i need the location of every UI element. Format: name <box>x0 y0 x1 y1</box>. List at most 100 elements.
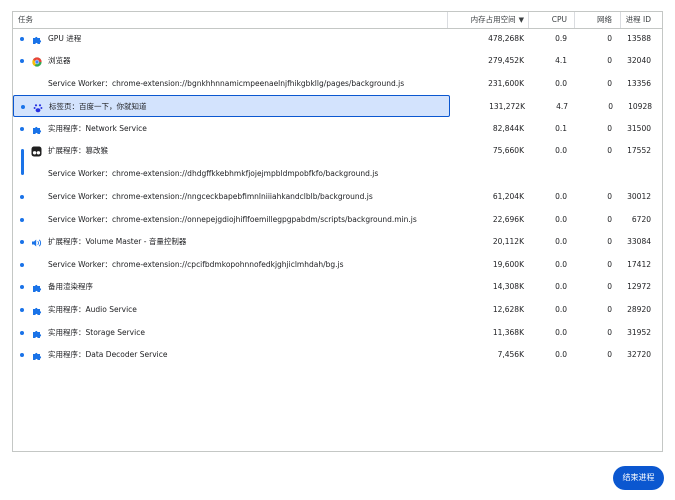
pid-value: 28920 <box>627 305 651 314</box>
cpu-value: 0.0 <box>555 260 567 269</box>
column-header-task[interactable]: 任务 <box>18 12 448 28</box>
network-value: 0 <box>607 146 612 155</box>
task-row[interactable]: 备用渲染程序 14,308K 0.0 0 12972 <box>13 276 664 298</box>
task-title: 实用程序：Network Service <box>48 124 147 133</box>
cpu-value: 0.9 <box>555 34 567 43</box>
memory-value: 131,272K <box>489 102 525 111</box>
pid-value: 31500 <box>627 124 651 133</box>
cpu-value: 0.0 <box>555 305 567 314</box>
task-row[interactable]: 扩展程序：篡改猴 75,660K 0.0 0 17552 <box>13 140 664 162</box>
task-row[interactable]: Service Worker：chrome-extension://onnepe… <box>13 209 664 231</box>
network-value: 0 <box>607 34 612 43</box>
network-value: 0 <box>607 215 612 224</box>
column-header-cpu[interactable]: CPU <box>528 12 574 28</box>
cpu-value <box>528 163 574 185</box>
task-row[interactable]: 实用程序：Network Service 82,844K 0.1 0 31500 <box>13 118 664 140</box>
task-row[interactable]: Service Worker：chrome-extension://nngcec… <box>13 186 664 208</box>
row-bullet-icon <box>20 263 24 267</box>
memory-value: 12,628K <box>492 305 524 314</box>
cpu-value: 4.7 <box>556 102 568 111</box>
pid-value: 33084 <box>627 237 651 246</box>
memory-value: 82,844K <box>492 124 524 133</box>
row-bullet-icon <box>20 195 24 199</box>
memory-value: 19,600K <box>492 260 524 269</box>
pid-value: 13356 <box>627 79 651 88</box>
task-title: 备用渲染程序 <box>48 282 93 291</box>
cpu-value: 0.0 <box>555 79 567 88</box>
cpu-value: 0.0 <box>555 237 567 246</box>
tampermonkey-icon <box>31 146 42 157</box>
cpu-value: 0.0 <box>555 328 567 337</box>
pid-value: 17412 <box>627 260 651 269</box>
memory-value: 279,452K <box>488 56 524 65</box>
pid-value: 31952 <box>627 328 651 337</box>
cpu-value: 0.1 <box>555 124 567 133</box>
cpu-value: 0.0 <box>555 146 567 155</box>
volume-icon <box>31 237 42 248</box>
task-title: Service Worker：chrome-extension://dhdgff… <box>48 169 379 178</box>
row-bullet-icon <box>20 308 24 312</box>
network-value <box>574 163 620 185</box>
task-row[interactable]: Service Worker：chrome-extension://bgnkhh… <box>13 73 664 95</box>
row-bullet-icon <box>20 353 24 357</box>
row-bullet-icon <box>20 218 24 222</box>
process-group-indicator <box>21 149 24 175</box>
task-row[interactable]: 实用程序：Data Decoder Service 7,456K 0.0 0 32720 <box>13 344 664 366</box>
row-bullet-icon <box>20 127 24 131</box>
task-table: 任务 内存占用空间 ▼ CPU 网络 进程 ID GPU 进程 478,268K 0.… <box>12 11 663 452</box>
pid-value: 10928 <box>628 102 652 111</box>
table-header: 任务 内存占用空间 ▼ CPU 网络 进程 ID <box>13 12 662 29</box>
column-header-pid[interactable]: 进程 ID <box>620 12 664 28</box>
task-title: 实用程序：Storage Service <box>48 328 145 337</box>
task-title: 实用程序：Data Decoder Service <box>48 350 168 359</box>
network-value: 0 <box>607 350 612 359</box>
task-title: 扩展程序：Volume Master - 音量控制器 <box>48 237 187 246</box>
task-row[interactable]: Service Worker：chrome-extension://cpcifb… <box>13 254 664 276</box>
task-row[interactable]: 标签页：百度一下，你就知道 131,272K 4.7 0 10928 <box>13 95 652 117</box>
puzzle-icon <box>31 34 42 45</box>
column-header-memory[interactable]: 内存占用空间 ▼ <box>447 12 528 28</box>
memory-value: 14,308K <box>492 282 524 291</box>
task-row[interactable]: 浏览器 279,452K 4.1 0 32040 <box>13 50 664 72</box>
row-bullet-icon <box>20 331 24 335</box>
end-process-button[interactable]: 结束进程 <box>613 466 664 490</box>
cpu-value: 4.1 <box>555 56 567 65</box>
task-row[interactable]: Service Worker：chrome-extension://dhdgff… <box>13 163 664 185</box>
pid-value: 30012 <box>627 192 651 201</box>
memory-value: 75,660K <box>492 146 524 155</box>
task-row[interactable]: 实用程序：Storage Service 11,368K 0.0 0 31952 <box>13 322 664 344</box>
network-value: 0 <box>607 282 612 291</box>
memory-value <box>447 163 528 185</box>
column-header-network[interactable]: 网络 <box>574 12 620 28</box>
network-value: 0 <box>607 192 612 201</box>
row-bullet-icon <box>20 240 24 244</box>
task-title: 标签页：百度一下，你就知道 <box>49 102 147 111</box>
memory-value: 11,368K <box>492 328 524 337</box>
task-row[interactable]: GPU 进程 478,268K 0.9 0 13588 <box>13 28 664 50</box>
cpu-value: 0.0 <box>555 282 567 291</box>
memory-value: 231,600K <box>488 79 524 88</box>
pid-value: 6720 <box>631 215 651 224</box>
baidu-paw-icon <box>32 102 43 113</box>
task-title: Service Worker：chrome-extension://onnepe… <box>48 215 417 224</box>
pid-value <box>620 163 664 185</box>
pid-value: 13588 <box>627 34 651 43</box>
network-value: 0 <box>607 237 612 246</box>
task-row[interactable]: 扩展程序：Volume Master - 音量控制器 20,112K 0.0 0 330… <box>13 231 664 253</box>
network-value: 0 <box>607 328 612 337</box>
pid-value: 12972 <box>627 282 651 291</box>
column-header-memory-label: 内存占用空间 <box>470 15 516 24</box>
row-bullet-icon <box>20 285 24 289</box>
task-row[interactable]: 实用程序：Audio Service 12,628K 0.0 0 28920 <box>13 299 664 321</box>
puzzle-icon <box>31 350 42 361</box>
task-title: GPU 进程 <box>48 34 82 43</box>
memory-value: 22,696K <box>492 215 524 224</box>
task-title: Service Worker：chrome-extension://cpcifb… <box>48 260 344 269</box>
network-value: 0 <box>607 79 612 88</box>
task-title: Service Worker：chrome-extension://nngcec… <box>48 192 373 201</box>
task-title: 浏览器 <box>48 56 71 65</box>
pid-value: 32720 <box>627 350 651 359</box>
puzzle-icon <box>31 124 42 135</box>
memory-value: 61,204K <box>492 192 524 201</box>
network-value: 0 <box>607 260 612 269</box>
